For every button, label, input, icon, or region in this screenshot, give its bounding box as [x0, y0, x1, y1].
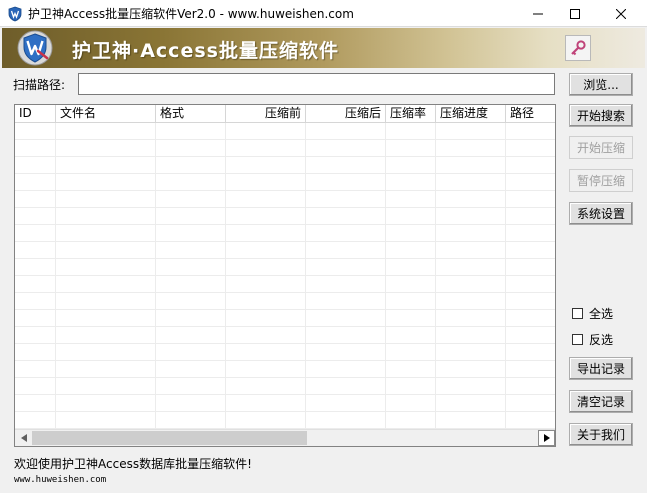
column-header-filename[interactable]: 文件名 [56, 105, 156, 123]
app-shield-icon [8, 6, 22, 22]
scroll-left-button[interactable] [15, 430, 32, 446]
scan-path-input[interactable] [78, 73, 555, 95]
pause-compress-button[interactable]: 暂停压缩 [569, 169, 633, 192]
key-button[interactable] [565, 35, 591, 61]
select-all-box[interactable] [572, 308, 583, 319]
invert-selection-box[interactable] [572, 334, 583, 345]
browse-button[interactable]: 浏览... [569, 73, 633, 96]
status-website: www.huweishen.com [14, 475, 107, 485]
arrow-left-icon [20, 434, 27, 442]
table-header: ID 文件名 格式 压缩前 压缩后 压缩率 压缩进度 路径 [15, 105, 555, 123]
scroll-right-button[interactable] [538, 430, 555, 446]
export-log-button[interactable]: 导出记录 [569, 357, 633, 380]
start-search-button[interactable]: 开始搜索 [569, 104, 633, 127]
close-button[interactable] [599, 0, 643, 27]
key-icon [571, 40, 586, 56]
scan-path-label: 扫描路径: [13, 78, 66, 92]
banner-title: 护卫神·Access批量压缩软件 [72, 40, 339, 62]
status-welcome: 欢迎使用护卫神Access数据库批量压缩软件! [14, 457, 252, 471]
column-header-size-after[interactable]: 压缩后 [306, 105, 386, 123]
horizontal-scrollbar[interactable] [15, 429, 555, 446]
column-header-format[interactable]: 格式 [156, 105, 226, 123]
invert-selection-label: 反选 [589, 333, 614, 347]
select-all-label: 全选 [589, 307, 614, 321]
settings-button[interactable]: 系统设置 [569, 202, 633, 225]
close-icon [616, 8, 626, 19]
arrow-right-icon [543, 434, 550, 442]
maximize-icon [570, 8, 580, 19]
clear-log-button[interactable]: 清空记录 [569, 390, 633, 413]
scrollbar-thumb[interactable] [32, 431, 307, 445]
window-title: 护卫神Access批量压缩软件Ver2.0 - www.huweishen.co… [28, 7, 354, 21]
column-header-id[interactable]: ID [15, 105, 56, 123]
start-compress-button[interactable]: 开始压缩 [569, 136, 633, 159]
table-rows [15, 123, 555, 429]
minimize-icon [533, 13, 543, 14]
shield-logo-icon [17, 30, 53, 66]
title-bar: 护卫神Access批量压缩软件Ver2.0 - www.huweishen.co… [0, 0, 647, 27]
file-table[interactable]: ID 文件名 格式 压缩前 压缩后 压缩率 压缩进度 路径 [14, 104, 556, 447]
column-header-progress[interactable]: 压缩进度 [436, 105, 506, 123]
invert-selection-checkbox[interactable]: 反选 [572, 331, 613, 348]
about-button[interactable]: 关于我们 [569, 423, 633, 446]
column-header-ratio[interactable]: 压缩率 [386, 105, 436, 123]
column-header-path[interactable]: 路径 [506, 105, 555, 123]
banner: 护卫神·Access批量压缩软件 [2, 28, 645, 68]
maximize-button[interactable] [553, 0, 597, 27]
column-header-size-before[interactable]: 压缩前 [226, 105, 306, 123]
select-all-checkbox[interactable]: 全选 [572, 305, 613, 322]
